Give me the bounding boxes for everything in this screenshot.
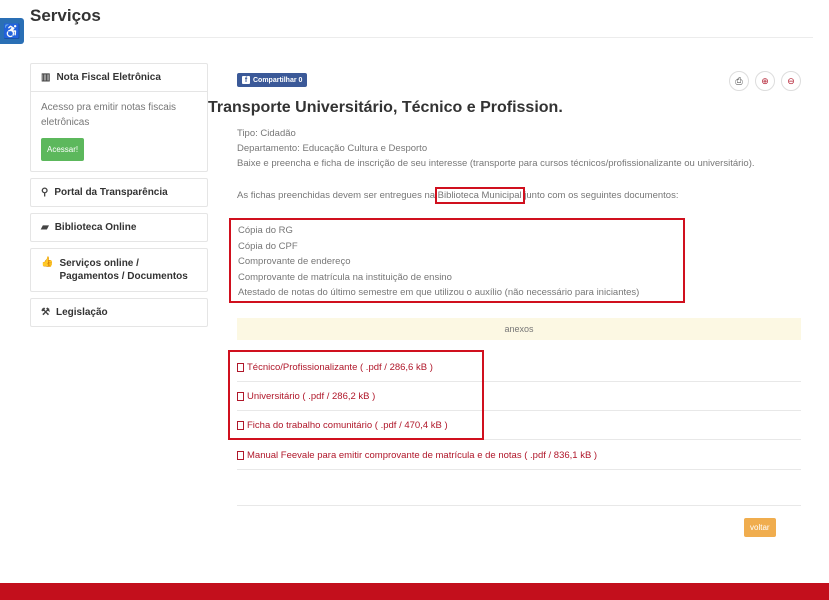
document-item: Atestado de notas do último semestre em … — [238, 287, 640, 298]
sidebar-item-label: Portal da Transparência — [54, 187, 168, 198]
zoom-in-button[interactable]: ⊕ — [755, 71, 775, 91]
facebook-share-button[interactable]: f Compartilhar 0 — [237, 73, 308, 87]
sidebar-item-biblioteca[interactable]: ▰ Biblioteca Online — [30, 213, 208, 242]
service-title: Transporte Universitário, Técnico e Prof… — [208, 99, 563, 116]
sidebar-item-servicos-online[interactable]: 👍 Serviços online / Pagamentos / Documen… — [30, 248, 208, 292]
delivery-location: Biblioteca Municipal — [434, 187, 525, 204]
file-icon — [237, 450, 244, 460]
sidebar-item-transparencia[interactable]: ⚲ Portal da Transparência — [30, 178, 208, 207]
delivery-prefix: As fichas preenchidas devem ser entregue… — [237, 190, 438, 201]
service-meta: Tipo: Cidadão Departamento: Educação Cul… — [237, 126, 755, 171]
delivery-instructions: As fichas preenchidas devem ser entregue… — [237, 187, 679, 204]
document-item: Comprovante de matrícula na instituição … — [238, 271, 452, 283]
attachments-highlight — [228, 350, 484, 440]
nfe-card-title: Nota Fiscal Eletrônica — [56, 72, 161, 83]
sidebar-item-legislacao[interactable]: ⚒ Legislação — [30, 298, 208, 327]
page-title: Serviços — [30, 6, 101, 25]
delivery-suffix: junto com os seguintes documentos: — [521, 190, 679, 201]
zoom-out-icon: ⊖ — [787, 75, 795, 86]
service-description: Baixe e preencha e ficha de inscrição de… — [237, 158, 755, 169]
zoom-in-icon: ⊕ — [761, 75, 769, 86]
service-department: Departamento: Educação Cultura e Desport… — [237, 143, 428, 154]
print-button[interactable]: ⎙ — [729, 71, 749, 91]
document-item: Cópia do RG — [238, 225, 293, 236]
title-divider — [30, 37, 813, 38]
share-label: Compartilhar 0 — [253, 76, 303, 84]
zoom-out-button[interactable]: ⊖ — [781, 71, 801, 91]
page-tools: ⎙ ⊕ ⊖ — [729, 71, 801, 91]
accessibility-icon: ♿ — [3, 22, 21, 39]
content-divider — [237, 505, 801, 506]
print-icon: ⎙ — [735, 75, 743, 86]
service-type: Tipo: Cidadão — [237, 128, 296, 139]
search-icon: ⚲ — [41, 187, 49, 198]
required-documents: Cópia do RG Cópia do CPF Comprovante de … — [229, 218, 685, 303]
nfe-card-header[interactable]: ▥ Nota Fiscal Eletrônica — [31, 64, 207, 92]
acessar-button[interactable]: Acessar! — [41, 138, 85, 161]
voltar-button[interactable]: voltar — [744, 518, 776, 537]
attachment-label: Manual Feevale para emitir comprovante d… — [247, 449, 598, 461]
attachments-header: anexos — [237, 318, 801, 340]
sidebar-item-label: Serviços online / Pagamentos / Documento… — [59, 258, 188, 282]
attachment-link[interactable]: Manual Feevale para emitir comprovante d… — [237, 441, 801, 470]
nfe-card-text: Acesso pra emitir notas fiscais eletrôni… — [41, 102, 177, 128]
nfe-card: ▥ Nota Fiscal Eletrônica Acesso pra emit… — [30, 63, 208, 172]
barcode-icon: ▥ — [41, 72, 51, 83]
sidebar: ▥ Nota Fiscal Eletrônica Acesso pra emit… — [30, 63, 208, 333]
thumbs-up-icon: 👍 — [41, 257, 54, 268]
gavel-icon: ⚒ — [41, 307, 50, 318]
nfe-card-body: Acesso pra emitir notas fiscais eletrôni… — [31, 92, 207, 171]
book-icon: ▰ — [41, 222, 49, 233]
page-footer — [0, 583, 829, 600]
document-item: Cópia do CPF — [238, 240, 298, 252]
sidebar-item-label: Legislação — [55, 307, 108, 318]
accessibility-button[interactable]: ♿ — [0, 18, 24, 44]
document-item: Comprovante de endereço — [238, 256, 351, 267]
sidebar-item-label: Biblioteca Online — [54, 222, 137, 233]
facebook-icon: f — [242, 76, 250, 84]
